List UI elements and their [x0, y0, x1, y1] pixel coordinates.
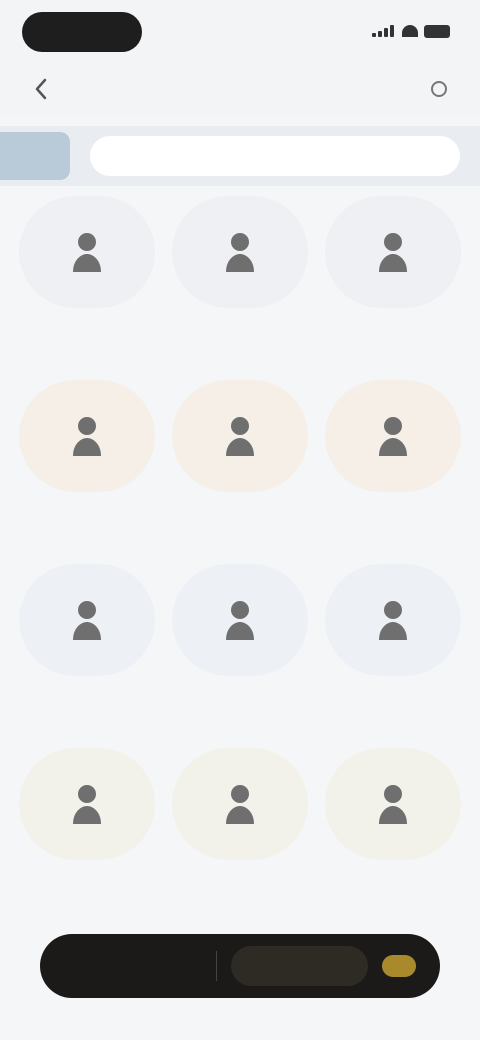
avatar — [18, 564, 155, 676]
grid-item[interactable] — [316, 196, 469, 348]
user-icon — [378, 601, 407, 640]
avatar — [18, 748, 155, 860]
bottom-action-secondary[interactable] — [230, 946, 368, 986]
avatar — [171, 380, 308, 492]
dynamic-island — [22, 12, 142, 52]
grid-item[interactable] — [163, 748, 316, 900]
user-icon — [225, 785, 254, 824]
user-icon — [72, 601, 101, 640]
grid-item[interactable] — [316, 380, 469, 532]
search-row — [0, 126, 480, 186]
grid-item[interactable] — [163, 380, 316, 532]
avatar — [171, 748, 308, 860]
grid-item[interactable] — [10, 564, 163, 716]
avatar — [324, 748, 461, 860]
status-bar — [0, 0, 480, 60]
grid-item[interactable] — [316, 748, 469, 900]
user-icon — [378, 233, 407, 272]
user-icon — [72, 417, 101, 456]
bottom-action-bar — [40, 934, 440, 998]
avatar — [18, 196, 155, 308]
grid-item[interactable] — [316, 564, 469, 716]
user-icon — [225, 417, 254, 456]
more-icon[interactable] — [424, 74, 454, 104]
chevron-left-icon[interactable] — [26, 74, 56, 104]
grid-item[interactable] — [163, 564, 316, 716]
bottom-action-primary[interactable] — [64, 946, 202, 986]
avatar — [324, 564, 461, 676]
bottom-bar-divider — [215, 951, 217, 981]
status-icons — [372, 22, 450, 40]
user-icon — [378, 417, 407, 456]
wifi-icon — [402, 25, 418, 37]
user-icon — [225, 601, 254, 640]
search-input[interactable] — [90, 136, 460, 176]
count-badge — [382, 955, 416, 977]
user-icon — [72, 233, 101, 272]
avatar-grid — [10, 196, 470, 900]
avatar — [324, 380, 461, 492]
avatar — [18, 380, 155, 492]
grid-item[interactable] — [10, 748, 163, 900]
avatar — [171, 564, 308, 676]
avatar — [324, 196, 461, 308]
filter-tag[interactable] — [0, 132, 70, 180]
avatar — [171, 196, 308, 308]
grid-item[interactable] — [10, 380, 163, 532]
nav-bar — [0, 60, 480, 116]
user-icon — [225, 233, 254, 272]
battery-icon — [424, 24, 450, 38]
user-icon — [72, 785, 101, 824]
signal-icon — [372, 25, 396, 37]
grid-item[interactable] — [163, 196, 316, 348]
grid-item[interactable] — [10, 196, 163, 348]
user-icon — [378, 785, 407, 824]
